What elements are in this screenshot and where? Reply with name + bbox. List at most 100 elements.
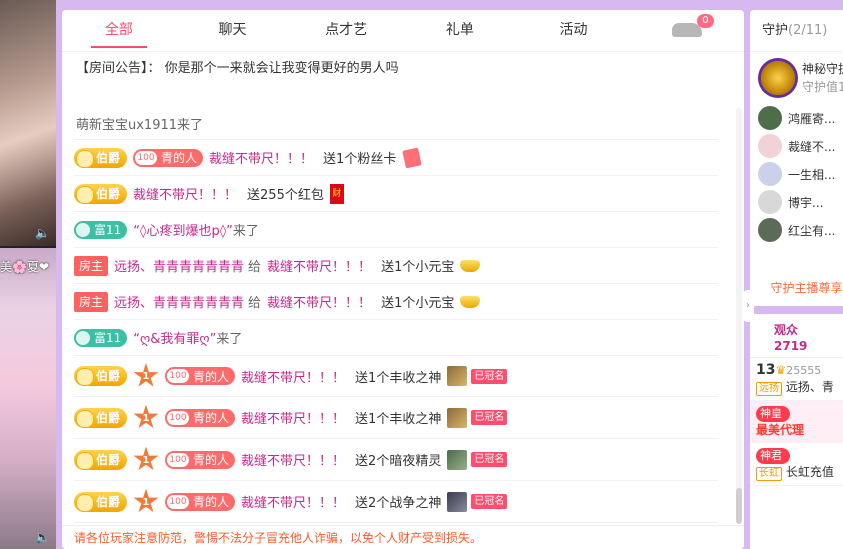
- user-name[interactable]: 远扬、青青青青青青青: [114, 292, 244, 311]
- message-action: 送1个丰收之神: [355, 412, 442, 427]
- user-name[interactable]: 裁缝不带尺！！！: [241, 367, 345, 386]
- user-name[interactable]: 裁缝不带尺！！！: [133, 184, 237, 203]
- tab-activity[interactable]: 活动: [517, 10, 631, 52]
- fan-badge: 100 青的人: [165, 367, 236, 385]
- night-elf-gift-icon: [447, 449, 468, 470]
- volume-icon[interactable]: 🔈: [35, 226, 50, 240]
- avatar: [758, 106, 782, 130]
- fan-club-name: 青的人: [193, 495, 230, 509]
- user-name[interactable]: 裁缝不带尺！！！: [241, 492, 345, 511]
- noble-badge: 伯爵: [74, 183, 128, 204]
- guard-benefits-link[interactable]: 守护主播尊享: [750, 279, 843, 296]
- fan-level: 100: [135, 150, 158, 165]
- rank-number: 1: [142, 371, 150, 382]
- fan-level: 100: [167, 494, 190, 509]
- car-count-badge: 0: [697, 13, 714, 28]
- user-name[interactable]: 裁缝不带尺！！！: [209, 148, 313, 167]
- notice-text: 你是那个一来就会让我变得更好的男人吗: [164, 61, 399, 76]
- guard-item-name: 红尘有...: [788, 223, 836, 238]
- list-item: 伯爵 1 100 青的人 裁缝不带尺！！！ 送2个战争之神 已冠名: [74, 481, 718, 523]
- recipient-name[interactable]: 裁缝不带尺！！！: [267, 256, 371, 275]
- audience-item[interactable]: 神君 长虹 长虹充值: [750, 443, 843, 486]
- audience-item[interactable]: 13♛25555 远扬 远扬、青: [750, 358, 843, 401]
- guard-item[interactable]: 裁缝不...: [750, 132, 843, 160]
- wealth-badge: 富11: [74, 328, 128, 347]
- user-name: 长虹充值: [785, 465, 834, 479]
- avatar: [758, 134, 782, 158]
- tab-car[interactable]: 0: [630, 10, 744, 52]
- tab-chat[interactable]: 聊天: [176, 10, 290, 52]
- tab-all[interactable]: 全部: [62, 10, 176, 52]
- message-action: 来了: [216, 332, 243, 347]
- user-name[interactable]: 萌新宝宝ux1911: [76, 114, 177, 133]
- tab-gift-list[interactable]: 礼单: [403, 10, 517, 52]
- user-name[interactable]: 裁缝不带尺！！！: [241, 450, 345, 469]
- guard-title-label: 守护: [762, 23, 789, 38]
- user-name[interactable]: “◊心疼到爆也p◊”: [133, 220, 233, 239]
- user-name[interactable]: 远扬、青青青青青青青: [114, 256, 244, 275]
- scrollbar-thumb[interactable]: [736, 488, 742, 524]
- fan-club-name: 青的人: [161, 151, 198, 165]
- noble-badge: 伯爵: [74, 366, 128, 386]
- guard-top-name: 神秘守护: [802, 62, 843, 76]
- guard-count: (2/11): [788, 23, 828, 38]
- rank-star-icon: 1: [133, 446, 159, 471]
- crowned-tag: 已冠名: [471, 410, 508, 425]
- video-feed-top[interactable]: 🔈: [0, 0, 56, 246]
- guard-item-name: 一生相...: [788, 167, 836, 182]
- noble-badge: 伯爵: [74, 407, 128, 428]
- rank-star-icon: 1: [133, 488, 159, 513]
- red-packet-icon: 财: [329, 183, 344, 204]
- guard-panel: 守护(2/11) 神秘守护 守护值1 鸿雁寄... 裁缝不... 一生相... …: [750, 10, 843, 306]
- recipient-name[interactable]: 裁缝不带尺！！！: [267, 292, 371, 311]
- gold-ingot-icon: [460, 259, 481, 272]
- list-item: 富11 “◊心疼到爆也p◊” 来了: [74, 212, 718, 248]
- noble-badge: 伯爵: [74, 147, 128, 168]
- chat-panel: 全部 聊天 点才艺 礼单 活动 0 【房间公告】： 你是那个一来就会让我变得更好…: [62, 10, 744, 549]
- fan-level: 100: [167, 452, 190, 467]
- crowned-tag: 已冠名: [471, 452, 508, 467]
- fan-level: 100: [167, 369, 190, 383]
- list-item: 萌新宝宝ux1911 来了: [74, 108, 718, 140]
- chat-tabs: 全部 聊天 点才艺 礼单 活动 0: [62, 10, 744, 52]
- audience-title: 观众: [774, 323, 799, 337]
- list-item: 伯爵 裁缝不带尺！！！ 送255个红包 财: [74, 176, 718, 212]
- list-item: 伯爵 1 100 青的人 裁缝不带尺！！！ 送2个暗夜精灵 已冠名: [74, 439, 718, 481]
- crown-icon: ♛: [775, 363, 787, 377]
- notice-tag: 【房间公告】：: [76, 61, 161, 76]
- message-connector: 给: [248, 296, 262, 311]
- audience-item[interactable]: 神皇 最美代理: [750, 401, 843, 443]
- right-column: › 守护(2/11) 神秘守护 守护值1 鸿雁寄... 裁缝不... 一生相..…: [742, 0, 843, 549]
- message-action: 送1个小元宝: [381, 260, 455, 275]
- audience-header: 观众 2719: [750, 314, 843, 358]
- fan-badge: 100 青的人: [165, 492, 236, 511]
- rank-number: 1: [142, 496, 150, 508]
- harvest-god-gift-icon: [447, 366, 468, 386]
- guard-item-name: 裁缝不...: [788, 139, 836, 154]
- guard-title: 守护(2/11): [750, 10, 843, 52]
- user-name[interactable]: 裁缝不带尺！！！: [241, 408, 345, 427]
- user-name[interactable]: “ღ&我有罪ღ”: [133, 328, 216, 347]
- guard-top-entry[interactable]: 神秘守护 守护值1: [750, 52, 843, 104]
- guard-item[interactable]: 一生相...: [750, 160, 843, 188]
- fraud-warning: ︿ 请各位玩家注意防范，警惕不法分子冒充他人诈骗，以免个人财产受到损失。: [62, 525, 744, 549]
- guard-item[interactable]: 鸿雁寄...: [750, 104, 843, 132]
- guard-item-name: 博宇...: [788, 195, 824, 210]
- guard-emblem-icon: [758, 58, 798, 98]
- video-feed-bottom[interactable]: 美🌸夏❤ 🔈: [0, 248, 56, 549]
- avatar: [758, 162, 782, 186]
- guard-item[interactable]: 博宇...: [750, 188, 843, 216]
- message-connector: 给: [248, 260, 262, 275]
- message-action: 送1个丰收之神: [355, 370, 442, 386]
- scroll-up-icon[interactable]: ︿: [397, 520, 406, 544]
- fan-badge: 长虹: [756, 467, 782, 481]
- noble-badge: 伯爵: [74, 491, 128, 512]
- tab-request-talent[interactable]: 点才艺: [289, 10, 403, 52]
- guard-item[interactable]: 红尘有...: [750, 216, 843, 244]
- fan-badge: 100 青的人: [133, 148, 204, 167]
- volume-icon[interactable]: 🔈: [35, 530, 50, 544]
- wealth-badge: 富11: [74, 220, 128, 239]
- list-item: 富11 “ღ&我有罪ღ” 来了: [74, 320, 718, 356]
- audience-count: 2719: [774, 339, 808, 353]
- guard-top-value: 守护值1: [802, 80, 843, 94]
